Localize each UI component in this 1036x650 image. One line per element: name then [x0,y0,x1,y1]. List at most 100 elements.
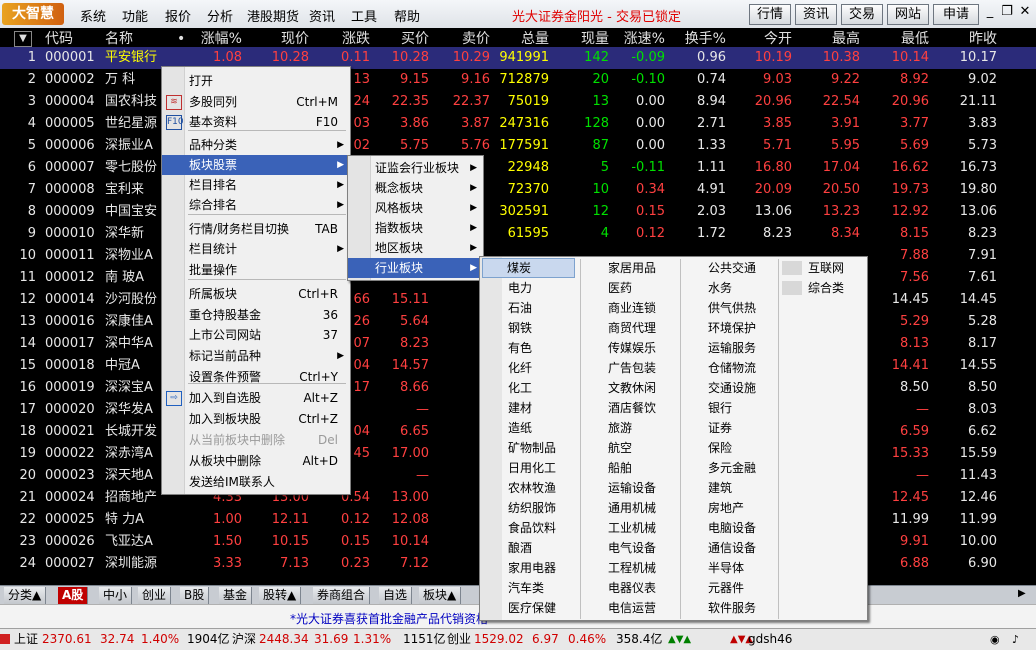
industry-item[interactable]: 家居用品 [608,258,656,278]
close-icon[interactable]: ✕ [1017,4,1033,19]
menu-item-belong-sector[interactable]: 所属板块Ctrl+R [162,284,350,304]
industry-item[interactable]: 仓储物流 [708,358,756,378]
tab-scroll-right-icon[interactable]: ▶ [1018,588,1026,599]
industry-item[interactable]: 化纤 [508,358,532,378]
industry-item[interactable]: 通用机械 [608,498,656,518]
industry-item[interactable]: 船舶 [608,458,632,478]
industry-item[interactable]: 酒店餐饮 [608,398,656,418]
menu-item-batch-op[interactable]: 批量操作 [162,260,350,280]
menu-item-basic-info[interactable]: F10基本资料F10 [162,112,350,132]
menu-item-remove-from-sector[interactable]: 从板块中删除Alt+D [162,451,350,471]
submenu-item-style[interactable]: 风格板块▶ [348,198,483,218]
submenu-item-csrc-industry[interactable]: 证监会行业板块▶ [348,158,483,178]
industry-item[interactable]: 元器件 [708,578,744,598]
industry-item[interactable]: 多元金融 [708,458,756,478]
industry-item[interactable]: 工业机械 [608,518,656,538]
industry-item[interactable]: 旅游 [608,418,632,438]
industry-item[interactable]: 电力 [508,278,532,298]
menu-analysis[interactable]: 分析 [207,6,233,25]
industry-item[interactable]: 建材 [508,398,532,418]
industry-item[interactable]: 文教休闲 [608,378,656,398]
table-row[interactable]: 1000001平安银行1.0810.280.1110.2810.29941991… [0,47,1036,69]
industry-item[interactable]: 房地产 [708,498,744,518]
industry-item[interactable]: 传媒娱乐 [608,338,656,358]
table-row[interactable]: 5000006深振业A025.755.76177591870.001.335.7… [0,135,1036,157]
industry-item[interactable]: 软件服务 [708,598,756,618]
industry-item[interactable]: 有色 [508,338,532,358]
industry-item[interactable]: 石油 [508,298,532,318]
industry-item[interactable]: 电脑设备 [708,518,756,538]
industry-item[interactable]: 商贸代理 [608,318,656,338]
table-row[interactable]: 4000005世纪星源033.863.872473161280.002.713.… [0,113,1036,135]
menu-item-category[interactable]: 品种分类▶ [162,135,350,155]
industry-item[interactable]: 医疗保健 [508,598,556,618]
industry-item[interactable]: 汽车类 [508,578,544,598]
industry-item[interactable]: 运输设备 [608,478,656,498]
industry-item[interactable]: 保险 [708,438,732,458]
industry-item[interactable]: 电信运营 [608,598,656,618]
industry-item[interactable]: 矿物制品 [508,438,556,458]
cy-label[interactable]: 创业 [447,629,471,650]
menu-item-set-alert[interactable]: 设置条件预警Ctrl+Y [162,367,350,387]
tab-broker-portfolio[interactable]: 券商组合 [313,587,370,604]
menu-item-mark-item[interactable]: 标记当前品种▶ [162,346,350,366]
apply-button[interactable]: 申请 [933,4,979,25]
industry-item[interactable]: 家用电器 [508,558,556,578]
menu-item-company-site[interactable]: 上市公司网站37 [162,325,350,345]
industry-item[interactable]: 农林牧渔 [508,478,556,498]
industry-item[interactable]: 交通设施 [708,378,756,398]
menu-system[interactable]: 系统 [80,6,106,25]
industry-item[interactable]: 通信设备 [708,538,756,558]
table-row[interactable]: 3000004国农科技2422.3522.3775019130.008.9420… [0,91,1036,113]
tab-b-share[interactable]: B股 [180,587,209,604]
sz-label[interactable]: 沪深 [232,629,256,650]
menu-item-column-stats[interactable]: 栏目统计▶ [162,239,350,259]
menu-hk-futures[interactable]: 港股期货 [247,6,299,25]
industry-item[interactable]: 航空 [608,438,632,458]
industry-item[interactable]: 钢铁 [508,318,532,338]
tab-otc[interactable]: 股转▲ [259,587,301,604]
table-row[interactable]: 2000002万 科139.159.1671287920-0.100.749.0… [0,69,1036,91]
tab-watchlist[interactable]: 自选 [379,587,412,604]
industry-item[interactable]: 半导体 [708,558,744,578]
trade-button[interactable]: 交易 [841,4,883,25]
industry-item[interactable]: 工程机械 [608,558,656,578]
industry-item[interactable]: 运输服务 [708,338,756,358]
industry-item[interactable]: 综合类 [808,278,844,298]
industry-item[interactable]: 日用化工 [508,458,556,478]
submenu-item-industry[interactable]: 行业板块▶ [348,258,483,278]
menu-item-add-watchlist[interactable]: ⇨加入到自选股Alt+Z [162,388,350,408]
industry-item[interactable]: 建筑 [708,478,732,498]
menu-item-column-rank[interactable]: 栏目排名▶ [162,175,350,195]
submenu-item-index[interactable]: 指数板块▶ [348,218,483,238]
sort-dropdown-icon[interactable]: ▼ [14,31,32,47]
industry-item[interactable]: 电气设备 [608,538,656,558]
table-row[interactable]: 7000008宝利来72370100.344.9120.0920.5019.73… [0,179,1036,201]
table-row[interactable]: 8000009中国宝安302591120.152.0313.0613.2312.… [0,201,1036,223]
sh-label[interactable]: 上证 [14,629,38,650]
restore-icon[interactable]: ❐ [999,4,1015,19]
ticker-text[interactable]: *光大证券喜获首批金融产品代销资格 [290,610,488,627]
menu-item-fund-holdings[interactable]: 重仓持股基金36 [162,305,350,325]
menu-item-toggle-columns[interactable]: 行情/财务栏目切换TAB [162,219,350,239]
menu-news[interactable]: 资讯 [309,6,335,25]
menu-item-multi-stock[interactable]: ≋多股同列Ctrl+M [162,92,350,112]
submenu-item-region[interactable]: 地区板块▶ [348,238,483,258]
tab-sme[interactable]: 中小 [99,587,132,604]
menu-function[interactable]: 功能 [122,6,148,25]
industry-item[interactable]: 供气供热 [708,298,756,318]
menu-item-add-sector[interactable]: 加入到板块股Ctrl+Z [162,409,350,429]
tab-chinext[interactable]: 创业 [138,587,171,604]
industry-item[interactable]: 造纸 [508,418,532,438]
industry-item[interactable]: 互联网 [808,258,844,278]
industry-item[interactable]: 纺织服饰 [508,498,556,518]
news-button[interactable]: 资讯 [795,4,837,25]
industry-item[interactable]: 公共交通 [708,258,756,278]
menu-item-sector-stocks[interactable]: 板块股票▶ [162,155,350,175]
menu-tools[interactable]: 工具 [351,6,377,25]
website-button[interactable]: 网站 [887,4,929,25]
industry-item[interactable]: 医药 [608,278,632,298]
industry-item[interactable]: 食品饮料 [508,518,556,538]
industry-item[interactable]: 商业连锁 [608,298,656,318]
industry-item[interactable]: 环境保护 [708,318,756,338]
